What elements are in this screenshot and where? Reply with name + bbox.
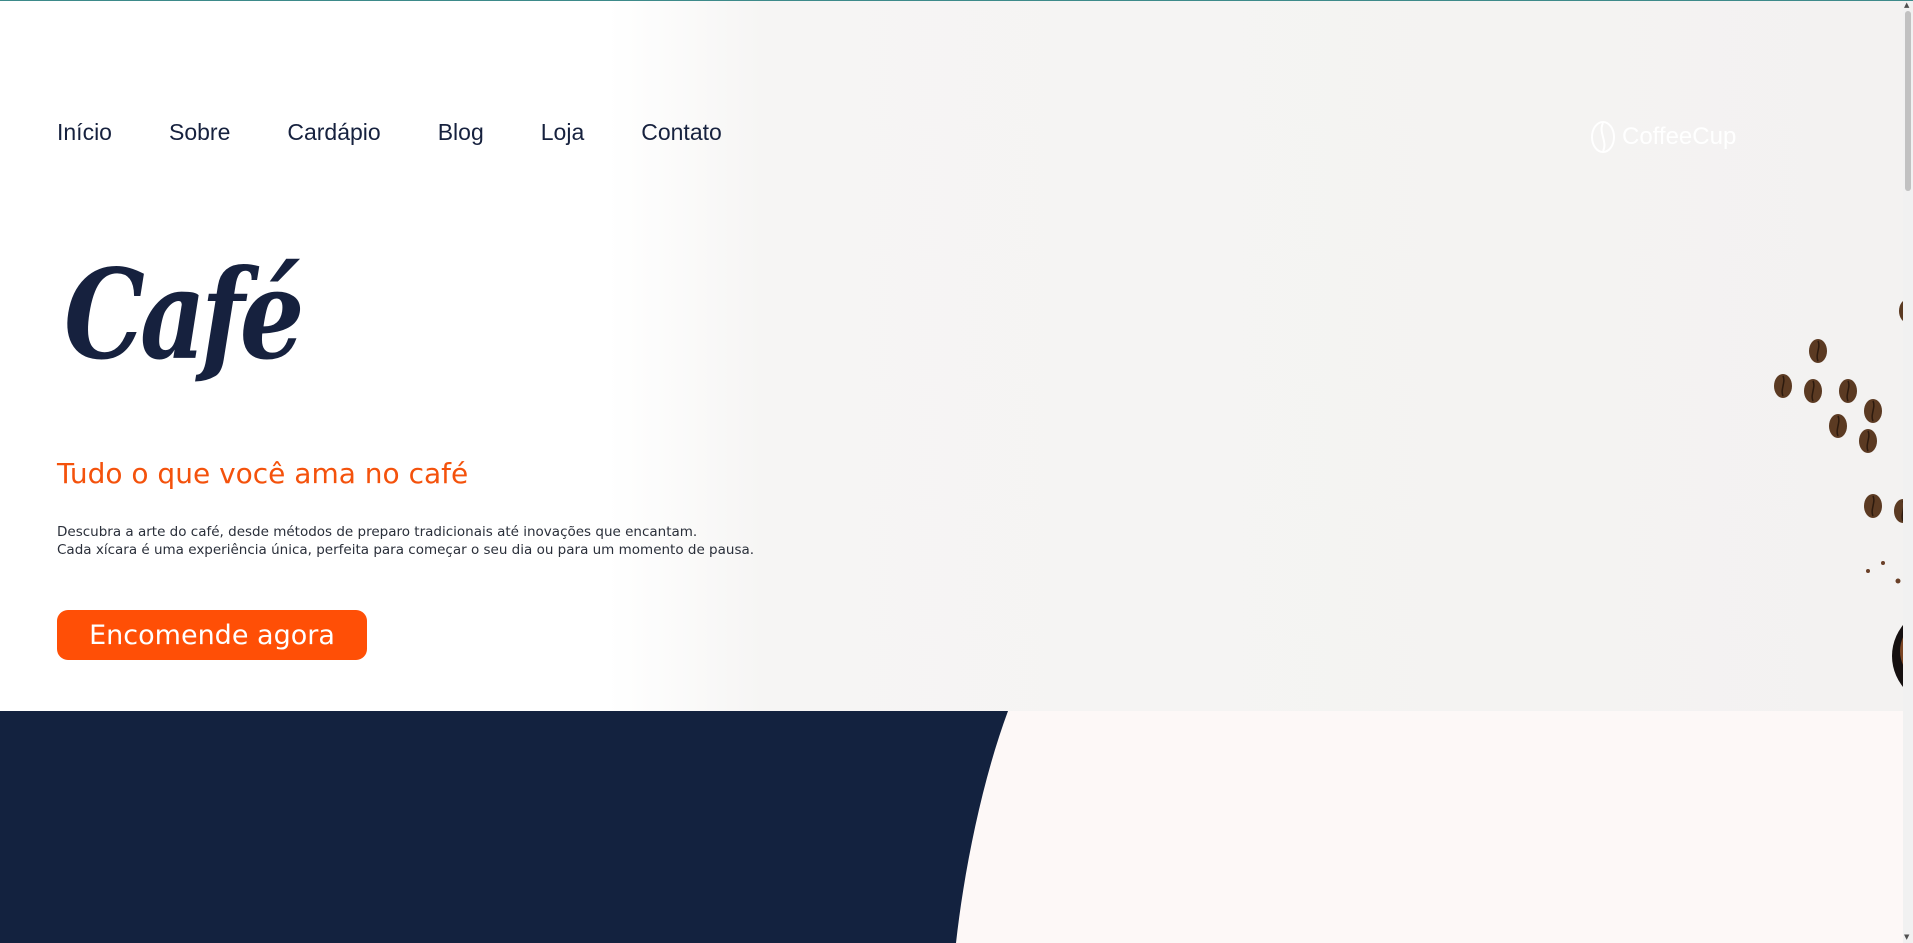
scrollbar-thumb[interactable]: [1905, 11, 1911, 191]
hero-description: Descubra a arte do café, desde métodos d…: [57, 523, 754, 559]
hero-description-line-2: Cada xícara é uma experiência única, per…: [57, 542, 755, 558]
main-nav: Início Sobre Cardápio Blog Loja Contato: [57, 119, 722, 146]
nav-item-blog[interactable]: Blog: [438, 119, 484, 146]
hero-subtitle: Tudo o que você ama no café: [57, 457, 469, 490]
lower-section: [0, 711, 1903, 943]
nav-item-sobre[interactable]: Sobre: [169, 119, 230, 146]
coffee-bean-icon: [1591, 121, 1615, 153]
ground-coffee-bowl-image: [1866, 561, 1903, 687]
scroll-up-arrow-icon[interactable]: ▲: [1904, 2, 1909, 9]
vertical-scrollbar[interactable]: ▲ ▼: [1903, 1, 1913, 943]
nav-item-contato[interactable]: Contato: [641, 119, 722, 146]
navy-curve-shape: [0, 711, 1008, 943]
nav-item-loja[interactable]: Loja: [541, 119, 584, 146]
scroll-down-arrow-icon[interactable]: ▼: [1904, 934, 1909, 941]
hero-description-line-1: Descubra a arte do café, desde métodos d…: [57, 524, 698, 540]
nav-item-inicio[interactable]: Início: [57, 119, 112, 146]
order-now-button[interactable]: Encomende agora: [57, 610, 367, 660]
nav-item-cardapio[interactable]: Cardápio: [287, 119, 380, 146]
hero-coffee-photo: [608, 1, 1903, 711]
hero-title: Café: [64, 243, 304, 388]
brand-name: CoffeeCup: [1622, 123, 1737, 150]
brand-logo[interactable]: CoffeeCup: [1590, 120, 1736, 154]
hero-section: Início Sobre Cardápio Blog Loja Contato …: [0, 1, 1903, 711]
